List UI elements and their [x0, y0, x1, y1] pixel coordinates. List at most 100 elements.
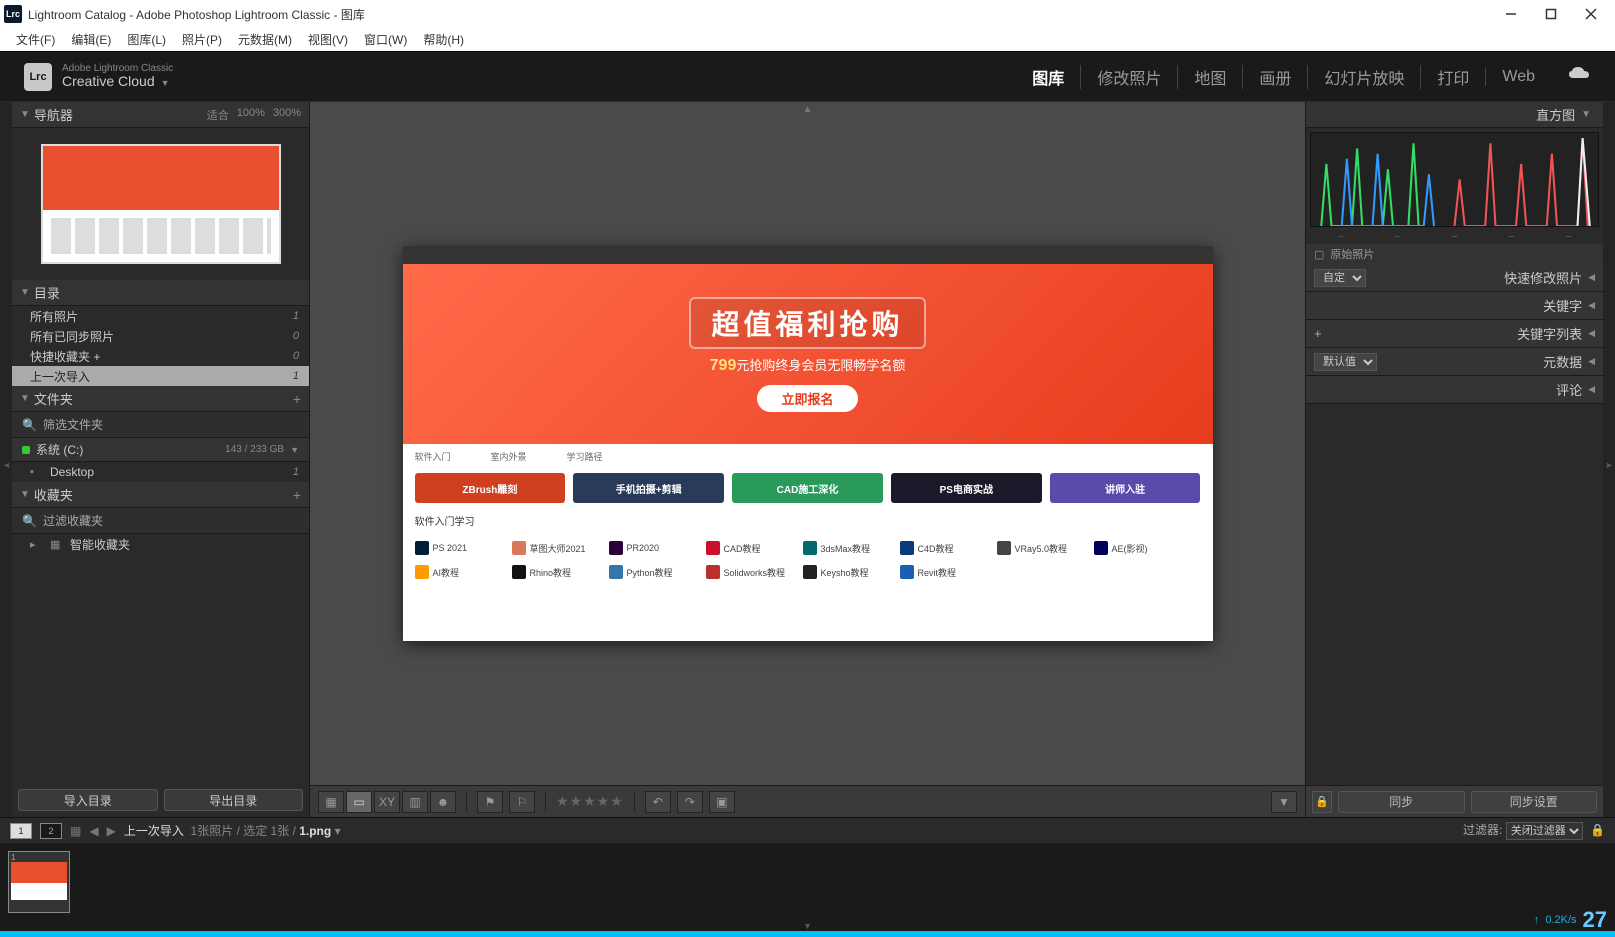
folders-header[interactable]: ▼ 文件夹 + — [12, 386, 309, 412]
filmstrip-thumbnail[interactable]: 1 — [8, 851, 70, 913]
folder-filter-label: 筛选文件夹 — [43, 416, 103, 433]
module-print[interactable]: 打印 — [1420, 65, 1485, 89]
sync-lock-icon[interactable]: 🔒 — [1312, 791, 1332, 813]
folder-item[interactable]: ▪ Desktop 1 — [12, 462, 309, 482]
module-book[interactable]: 画册 — [1242, 65, 1307, 89]
banner-title: 超值福利抢购 — [689, 297, 925, 349]
nav-forward-icon[interactable]: ▶ — [107, 824, 116, 838]
module-slideshow[interactable]: 幻灯片放映 — [1307, 65, 1420, 89]
rotate-cw-button[interactable]: ↷ — [677, 791, 703, 813]
navigator-thumbnail — [41, 144, 281, 264]
expand-arrow-icon[interactable]: ▸ — [30, 538, 44, 551]
compare-view-button[interactable]: XY — [374, 791, 400, 813]
filmstrip-info-bar: 1 2 ▦ ◀ ▶ 上一次导入 1张照片 / 选定 1张 / 1.png ▾ 过… — [0, 817, 1615, 843]
grid-icon[interactable]: ▦ — [70, 824, 81, 838]
flag-pick-button[interactable]: ⚑ — [477, 791, 503, 813]
filmstrip-source[interactable]: 上一次导入 1张照片 / 选定 1张 / 1.png ▾ — [124, 822, 341, 839]
sync-button[interactable]: 同步 — [1338, 791, 1465, 813]
filmstrip-collapse-icon[interactable]: ▼ — [0, 921, 1615, 931]
primary-display-button[interactable]: 1 — [10, 823, 32, 839]
survey-view-button[interactable]: ▥ — [402, 791, 428, 813]
filmstrip[interactable]: 1 — [0, 843, 1615, 921]
close-button[interactable] — [1571, 0, 1611, 28]
navigator-preview[interactable] — [12, 128, 309, 280]
menu-help[interactable]: 帮助(H) — [415, 31, 472, 48]
crop-overlay-button[interactable]: ▣ — [709, 791, 735, 813]
brand-dropdown-icon[interactable]: ▼ — [161, 78, 170, 88]
zoom-fit[interactable]: 适合 — [207, 107, 229, 123]
histogram-header[interactable]: 直方图 ▼ — [1306, 102, 1603, 128]
folder-filter[interactable]: 🔍 筛选文件夹 — [12, 412, 309, 438]
quick-preset-select[interactable]: 自定 — [1314, 269, 1366, 287]
histogram-info-row: ––––– — [1306, 231, 1603, 244]
collection-item[interactable]: ▸ ▦ 智能收藏夹 — [12, 534, 309, 554]
catalog-synced-photos[interactable]: 所有已同步照片0 — [12, 326, 309, 346]
grid-view-button[interactable]: ▦ — [318, 791, 344, 813]
collections-title: 收藏夹 — [34, 485, 293, 504]
histogram[interactable] — [1310, 132, 1599, 227]
add-collection-icon[interactable]: + — [293, 487, 301, 503]
catalog-header[interactable]: ▼ 目录 — [12, 280, 309, 306]
secondary-display-button[interactable]: 2 — [40, 823, 62, 839]
sync-settings-button[interactable]: 同步设置 — [1471, 791, 1598, 813]
collections-header[interactable]: ▼ 收藏夹 + — [12, 482, 309, 508]
volume-dropdown-icon[interactable]: ▼ — [290, 445, 299, 455]
menu-edit[interactable]: 编辑(E) — [63, 31, 119, 48]
preview-app-item: Solidworks教程 — [706, 562, 791, 582]
quick-develop-header[interactable]: 自定 快速修改照片 ◀ — [1306, 264, 1603, 292]
module-map[interactable]: 地图 — [1177, 65, 1242, 89]
module-develop[interactable]: 修改照片 — [1080, 65, 1177, 89]
right-panel-collapse[interactable] — [1603, 102, 1615, 817]
navigator-header[interactable]: ▼ 导航器 适合 100% 300% — [12, 102, 309, 128]
import-catalog-button[interactable]: 导入目录 — [18, 789, 158, 811]
collapse-arrow-icon: ◀ — [1588, 300, 1595, 311]
image-viewport[interactable]: 超值福利抢购 799元抢购终身会员无限畅学名额 立即报名 软件入门室内外景学习路… — [310, 102, 1305, 785]
keyword-list-header[interactable]: + 关键字列表 ◀ — [1306, 320, 1603, 348]
export-catalog-button[interactable]: 导出目录 — [164, 789, 304, 811]
center-toolbar: ▦ ▭ XY ▥ ☻ ⚑ ⚐ ★★★★★ ↶ ↷ ▣ ▼ — [310, 785, 1305, 817]
loupe-view-button[interactable]: ▭ — [346, 791, 372, 813]
rating-stars[interactable]: ★★★★★ — [556, 793, 624, 810]
menu-file[interactable]: 文件(F) — [8, 31, 63, 48]
search-icon: 🔍 — [22, 514, 37, 528]
menu-metadata[interactable]: 元数据(M) — [230, 31, 300, 48]
volume-row[interactable]: 系统 (C:) 143 / 233 GB ▼ — [12, 438, 309, 462]
preview-app-item: VRay5.0教程 — [997, 538, 1082, 558]
flag-reject-button[interactable]: ⚐ — [509, 791, 535, 813]
original-photo-row[interactable]: ▢ 原始照片 — [1306, 244, 1603, 264]
catalog-all-photos[interactable]: 所有照片1 — [12, 306, 309, 326]
checkbox-icon[interactable]: ▢ — [1314, 248, 1324, 261]
metadata-preset-select[interactable]: 默认值 — [1314, 353, 1377, 371]
add-folder-icon[interactable]: + — [293, 391, 301, 407]
catalog-quick-collection[interactable]: 快捷收藏夹 +0 — [12, 346, 309, 366]
menu-photo[interactable]: 照片(P) — [174, 31, 230, 48]
module-library[interactable]: 图库 — [1016, 65, 1080, 89]
add-keyword-icon[interactable]: + — [1314, 326, 1322, 341]
zoom-100[interactable]: 100% — [237, 107, 265, 123]
filter-select[interactable]: 关闭过滤器 — [1506, 822, 1583, 840]
zoom-300[interactable]: 300% — [273, 107, 301, 123]
minimize-button[interactable] — [1491, 0, 1531, 28]
preview-app-item: AI教程 — [415, 562, 500, 582]
menu-library[interactable]: 图库(L) — [119, 31, 174, 48]
filter-lock-icon[interactable]: 🔒 — [1590, 823, 1605, 837]
top-panel-collapse-icon[interactable]: ▲ — [803, 104, 813, 115]
cloud-sync-icon[interactable] — [1567, 66, 1591, 87]
module-web[interactable]: Web — [1485, 68, 1551, 86]
metadata-header[interactable]: 默认值 元数据 ◀ — [1306, 348, 1603, 376]
maximize-button[interactable] — [1531, 0, 1571, 28]
toolbar-dropdown-icon[interactable]: ▼ — [1271, 791, 1297, 813]
people-view-button[interactable]: ☻ — [430, 791, 456, 813]
collection-filter[interactable]: 🔍 过滤收藏夹 — [12, 508, 309, 534]
identity-plate[interactable]: Lrc Adobe Lightroom Classic Creative Clo… — [24, 63, 173, 91]
rotate-ccw-button[interactable]: ↶ — [645, 791, 671, 813]
comments-header[interactable]: 评论 ◀ — [1306, 376, 1603, 404]
status-corner: ↑ 0.2K/s 27 — [1534, 907, 1607, 933]
menu-window[interactable]: 窗口(W) — [356, 31, 415, 48]
collapse-arrow-icon: ▼ — [20, 287, 30, 298]
catalog-previous-import[interactable]: 上一次导入1 — [12, 366, 309, 386]
keywording-header[interactable]: 关键字 ◀ — [1306, 292, 1603, 320]
menu-view[interactable]: 视图(V) — [300, 31, 356, 48]
left-panel-collapse[interactable] — [0, 102, 12, 817]
nav-back-icon[interactable]: ◀ — [89, 824, 98, 838]
